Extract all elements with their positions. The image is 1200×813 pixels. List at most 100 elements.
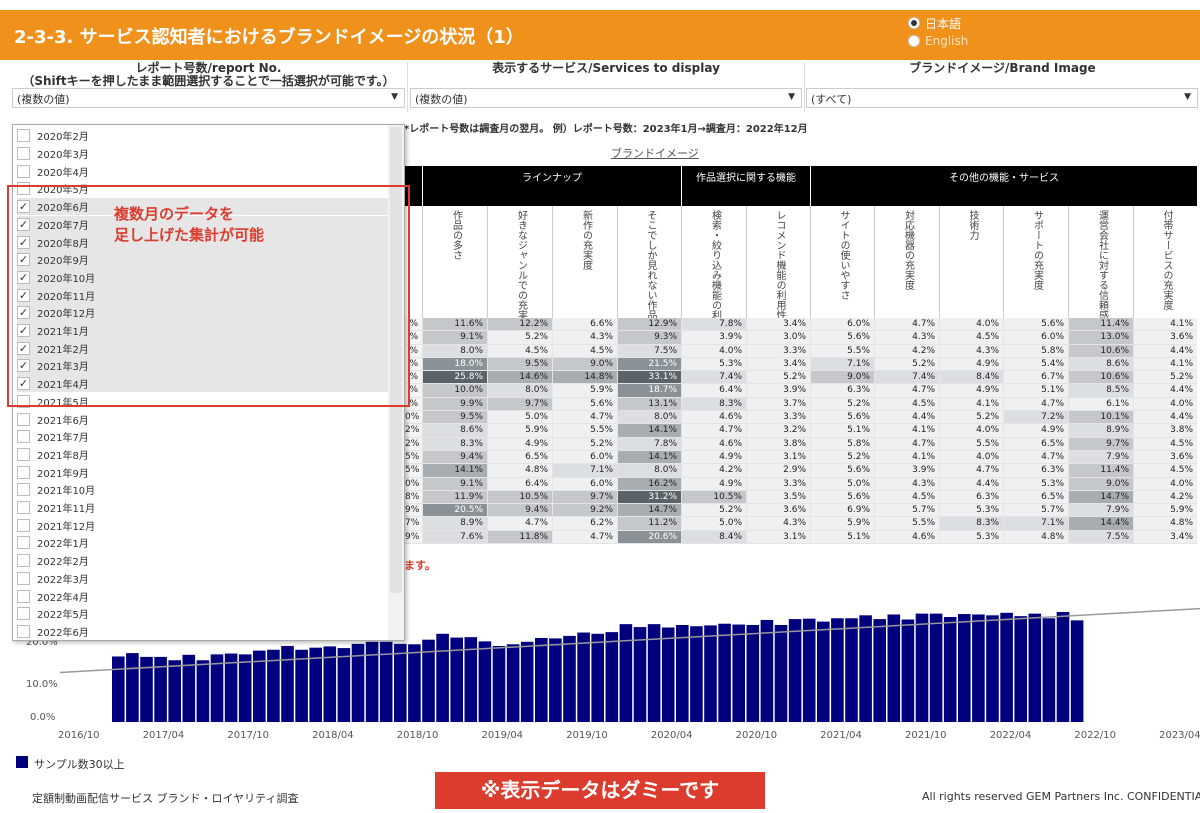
- chart-bar[interactable]: [1056, 611, 1070, 722]
- brand-image-header-link[interactable]: ブランドイメージ: [611, 145, 699, 161]
- table-cell: 9.7%: [1068, 437, 1133, 450]
- checkbox-empty-icon[interactable]: [17, 624, 30, 638]
- chart-bar[interactable]: [408, 644, 421, 722]
- table-cell: 10.5%: [681, 490, 746, 504]
- checkbox-empty-icon[interactable]: [17, 589, 30, 603]
- table-cell: 4.5%: [874, 397, 939, 411]
- report-menu-item[interactable]: 2022年3月: [17, 570, 389, 588]
- chart-bar[interactable]: [718, 623, 731, 722]
- checkbox-empty-icon[interactable]: [17, 571, 30, 585]
- chart-bar[interactable]: [506, 644, 520, 722]
- chart-bar[interactable]: [394, 643, 407, 722]
- report-menu-item[interactable]: 2021年10月: [17, 481, 389, 499]
- chart-bar[interactable]: [126, 653, 139, 722]
- chart-bar[interactable]: [591, 633, 604, 722]
- chart-bar[interactable]: [845, 618, 858, 722]
- checkbox-empty-icon[interactable]: [17, 147, 30, 161]
- chart-bar[interactable]: [1042, 618, 1056, 722]
- checkbox-empty-icon[interactable]: [17, 607, 30, 621]
- chart-bar[interactable]: [337, 648, 351, 722]
- chart-bar[interactable]: [661, 627, 675, 723]
- chart-bar[interactable]: [168, 660, 181, 722]
- chart-bar[interactable]: [831, 618, 844, 722]
- checkbox-empty-icon[interactable]: [17, 536, 30, 550]
- report-menu-item[interactable]: 2021年9月: [17, 463, 389, 481]
- report-dropdown[interactable]: (複数の値) ▼: [12, 88, 405, 108]
- table-cell: 4.4%: [1133, 384, 1197, 397]
- checkbox-empty-icon[interactable]: [17, 129, 30, 143]
- radio-selected-icon[interactable]: [908, 17, 920, 29]
- report-menu-item[interactable]: 2022年5月: [17, 605, 389, 623]
- survey-name: 定額制動画配信サービス ブランド・ロイヤリティ調査: [32, 792, 299, 805]
- report-menu-item[interactable]: 2020年3月: [17, 145, 389, 163]
- chart-bar[interactable]: [112, 656, 125, 722]
- service-dropdown[interactable]: (複数の値) ▼: [410, 88, 802, 108]
- chart-bar[interactable]: [1000, 612, 1013, 722]
- chart-bar[interactable]: [563, 635, 576, 722]
- chart-bar[interactable]: [929, 613, 943, 722]
- chart-bar[interactable]: [238, 654, 252, 722]
- chart-bar[interactable]: [549, 638, 562, 722]
- chart-bar[interactable]: [986, 615, 999, 722]
- chart-bar[interactable]: [1028, 613, 1042, 722]
- report-menu-item[interactable]: 2022年1月: [17, 534, 389, 552]
- chart-bar[interactable]: [520, 641, 534, 722]
- chart-bar[interactable]: [436, 633, 449, 722]
- chart-bar[interactable]: [1070, 620, 1084, 722]
- chart-bar[interactable]: [732, 624, 745, 722]
- language-english-option[interactable]: English: [908, 32, 968, 50]
- chart-bar[interactable]: [873, 619, 886, 722]
- chart-bar[interactable]: [365, 641, 379, 722]
- checkbox-empty-icon[interactable]: [17, 501, 30, 515]
- chart-bar[interactable]: [704, 625, 717, 722]
- checkbox-empty-icon[interactable]: [17, 554, 30, 568]
- checkbox-empty-icon[interactable]: [17, 430, 30, 444]
- chart-bar[interactable]: [605, 632, 619, 722]
- chart-bar[interactable]: [760, 619, 774, 722]
- checkbox-empty-icon[interactable]: [17, 483, 30, 497]
- checkbox-empty-icon[interactable]: [17, 465, 30, 479]
- report-menu-item[interactable]: 2021年8月: [17, 446, 389, 464]
- chart-bar[interactable]: [633, 627, 647, 722]
- chart-bar[interactable]: [802, 618, 816, 722]
- report-menu-item[interactable]: 2020年2月: [17, 127, 389, 145]
- report-menu-item[interactable]: 2022年6月: [17, 623, 389, 640]
- chart-bar[interactable]: [887, 614, 901, 722]
- chart-bar[interactable]: [478, 641, 492, 722]
- brand-dropdown[interactable]: (すべて) ▼: [806, 88, 1198, 108]
- chart-bar[interactable]: [972, 614, 985, 722]
- chart-bar[interactable]: [196, 660, 210, 722]
- chart-bar[interactable]: [690, 626, 703, 722]
- chart-bar[interactable]: [817, 621, 830, 722]
- chart-bar[interactable]: [774, 624, 788, 722]
- chart-bar[interactable]: [295, 649, 308, 722]
- table-cell: 3.1%: [746, 450, 810, 464]
- report-menu-item[interactable]: 2021年12月: [17, 516, 389, 534]
- chart-bar[interactable]: [1014, 616, 1027, 722]
- chart-bar[interactable]: [281, 645, 294, 722]
- chart-bar[interactable]: [492, 645, 506, 722]
- chart-bar[interactable]: [746, 624, 760, 722]
- report-menu-item[interactable]: 2021年6月: [17, 410, 389, 428]
- checkbox-empty-icon[interactable]: [17, 447, 30, 461]
- chart-bar[interactable]: [535, 638, 548, 722]
- checkbox-empty-icon[interactable]: [17, 164, 30, 178]
- chart-bar[interactable]: [859, 615, 872, 722]
- report-menu-item[interactable]: 2022年2月: [17, 552, 389, 570]
- report-menu-item[interactable]: 2020年4月: [17, 162, 389, 180]
- chart-bar[interactable]: [788, 619, 802, 722]
- chart-bar[interactable]: [958, 614, 971, 722]
- chart-bar[interactable]: [619, 624, 633, 722]
- chart-bar[interactable]: [901, 619, 915, 722]
- radio-empty-icon[interactable]: [908, 35, 920, 47]
- report-menu-item[interactable]: 2022年4月: [17, 587, 389, 605]
- language-japanese-option[interactable]: 日本語: [908, 14, 968, 32]
- report-menu-item[interactable]: 2021年11月: [17, 499, 389, 517]
- checkbox-empty-icon[interactable]: [17, 412, 30, 426]
- chart-bar[interactable]: [676, 624, 689, 722]
- report-menu-item[interactable]: 2021年7月: [17, 428, 389, 446]
- chart-bar[interactable]: [915, 613, 929, 722]
- checkbox-empty-icon[interactable]: [17, 518, 30, 532]
- chart-bar[interactable]: [943, 617, 957, 722]
- chart-bar[interactable]: [577, 632, 590, 722]
